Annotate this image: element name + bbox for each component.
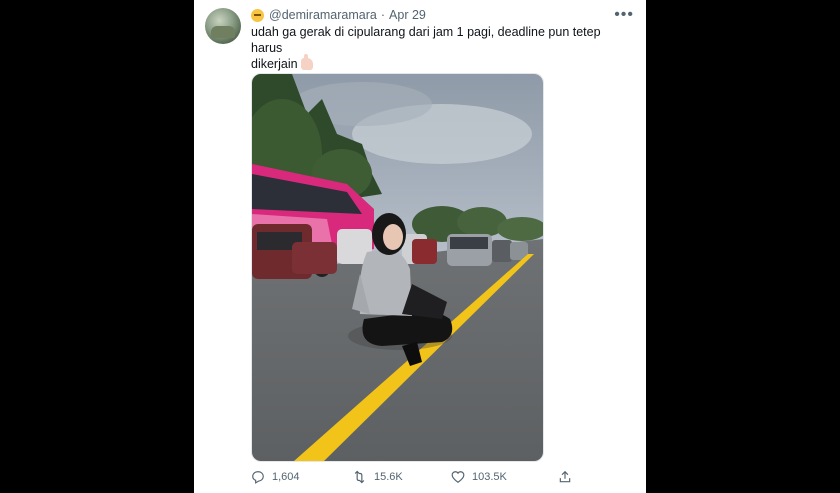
tweet-card: @demiramaramara · Apr 29 ••• udah ga ger… — [194, 0, 646, 493]
reply-button[interactable]: 1,604 — [251, 470, 300, 484]
retweet-icon — [354, 470, 365, 484]
like-count: 103.5K — [472, 471, 507, 483]
share-button[interactable] — [558, 470, 579, 484]
heart-icon — [451, 471, 465, 483]
share-icon — [559, 470, 571, 483]
more-options-icon[interactable]: ••• — [614, 6, 634, 24]
tweet-date[interactable]: Apr 29 — [389, 8, 426, 22]
like-button[interactable]: 103.5K — [451, 470, 507, 484]
retweet-count: 15.6K — [374, 471, 403, 483]
tweet-actions-bar: 1,604 15.6K 103.5K — [251, 470, 581, 486]
avatar[interactable] — [205, 8, 241, 44]
user-handle[interactable]: @demiramaramara — [269, 8, 377, 22]
photo-road-scene — [252, 74, 543, 461]
thumbs-up-emoji-icon — [300, 54, 313, 70]
tweet-header: @demiramaramara · Apr 29 — [251, 8, 426, 22]
reply-icon — [252, 471, 264, 484]
tweet-text-line1: udah ga gerak di cipularang dari jam 1 p… — [251, 25, 601, 55]
reply-count: 1,604 — [272, 471, 300, 483]
emoji-icon — [251, 8, 264, 22]
retweet-button[interactable]: 15.6K — [352, 470, 403, 484]
tweet-text: udah ga gerak di cipularang dari jam 1 p… — [251, 24, 611, 72]
separator-dot: · — [380, 8, 386, 22]
tweet-text-line2: dikerjain — [251, 57, 298, 71]
tweet-photo[interactable] — [251, 73, 544, 462]
